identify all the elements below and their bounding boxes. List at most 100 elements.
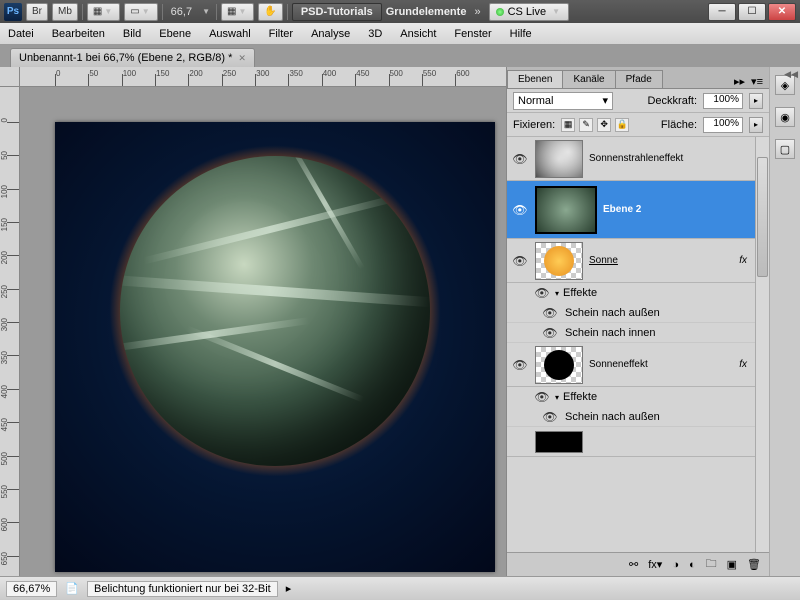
effects-group[interactable]: 👁▾Effekte: [507, 387, 769, 407]
view-extras-button[interactable]: ▦▼: [221, 3, 254, 21]
layer-thumbnail[interactable]: [535, 431, 583, 453]
menu-ansicht[interactable]: Ansicht: [400, 28, 436, 40]
tab-kanaele[interactable]: Kanäle: [562, 70, 615, 88]
layer-row[interactable]: 👁 Sonne fx▾: [507, 239, 769, 283]
scrollbar-thumb[interactable]: [757, 157, 768, 277]
layers-scrollbar[interactable]: [755, 137, 769, 552]
document-tab-label: Unbenannt-1 bei 66,7% (Ebene 2, RGB/8) *: [19, 52, 232, 64]
window-minimize-button[interactable]: ─: [708, 3, 736, 21]
screen-mode-button[interactable]: ▭▼: [124, 3, 157, 21]
layer-name[interactable]: Sonne: [589, 255, 733, 266]
layer-row[interactable]: 👁 Sonnenstrahleneffekt: [507, 137, 769, 181]
fill-input[interactable]: 100%: [703, 117, 743, 133]
collapsed-panel-strip: ◈ ◉ ▢: [770, 67, 800, 576]
visibility-icon[interactable]: 👁: [511, 150, 529, 168]
close-tab-icon[interactable]: ✕: [238, 53, 246, 64]
ruler-vertical[interactable]: 0501001502002503003504004505005506006507…: [0, 87, 20, 576]
opacity-input[interactable]: 100%: [703, 93, 743, 109]
fx-badge[interactable]: fx: [739, 255, 751, 266]
layer-name[interactable]: Sonnenstrahleneffekt: [589, 153, 765, 164]
lock-position-icon[interactable]: ✥: [597, 118, 611, 132]
document-arrange-button[interactable]: ▦▼: [87, 3, 120, 21]
panel-tab-bar: Ebenen Kanäle Pfade ▸▸ ▾≡: [507, 67, 769, 89]
opacity-flyout[interactable]: ▸: [749, 93, 763, 109]
visibility-icon[interactable]: [511, 433, 529, 451]
panel-menu-icon[interactable]: ▾≡: [751, 75, 763, 88]
lock-transparent-icon[interactable]: ▦: [561, 118, 575, 132]
cs-live-button[interactable]: CS Live▼: [489, 3, 569, 21]
layer-thumbnail[interactable]: [535, 186, 597, 234]
minibridge-button[interactable]: Mb: [52, 3, 78, 21]
color-icon[interactable]: ◉: [775, 107, 795, 127]
view-hand-button[interactable]: ✋: [258, 3, 282, 21]
group-icon[interactable]: 🗀: [706, 555, 717, 574]
tab-ebenen[interactable]: Ebenen: [507, 70, 563, 88]
tab-pfade[interactable]: Pfade: [615, 70, 663, 88]
panels-dock: Ebenen Kanäle Pfade ▸▸▾≡ Normal▾ Deckkra…: [506, 67, 800, 576]
status-flyout-icon[interactable]: ▸: [286, 582, 292, 595]
menu-bild[interactable]: Bild: [123, 28, 141, 40]
menu-bearbeiten[interactable]: Bearbeiten: [52, 28, 105, 40]
menu-ebene[interactable]: Ebene: [159, 28, 191, 40]
work-area: ◀◀ 050100150200250300350400450500550600 …: [0, 67, 800, 576]
workspace-grundelemente[interactable]: Grundelemente: [386, 6, 467, 18]
new-layer-icon[interactable]: ▣: [727, 558, 737, 571]
layer-thumbnail[interactable]: [535, 140, 583, 178]
effect-outer-glow[interactable]: 👁Schein nach außen: [507, 407, 769, 427]
document-tab[interactable]: Unbenannt-1 bei 66,7% (Ebene 2, RGB/8) *…: [10, 48, 255, 67]
status-doc-info-icon[interactable]: 📄: [65, 582, 79, 595]
effect-outer-glow[interactable]: 👁Schein nach außen: [507, 303, 769, 323]
document-canvas[interactable]: [55, 122, 495, 572]
layer-row[interactable]: 👁 Sonneneffekt fx▾: [507, 343, 769, 387]
bridge-button[interactable]: Br: [26, 3, 48, 21]
menu-fenster[interactable]: Fenster: [454, 28, 491, 40]
menu-analyse[interactable]: Analyse: [311, 28, 350, 40]
panel-expand-icon[interactable]: ▸▸: [734, 75, 745, 88]
layer-style-icon[interactable]: fx▾: [648, 558, 662, 571]
fill-flyout[interactable]: ▸: [749, 117, 763, 133]
link-layers-icon[interactable]: ⚯: [629, 558, 638, 571]
zoom-value[interactable]: 66,7: [167, 6, 196, 18]
workspace-more[interactable]: »: [470, 6, 484, 18]
layer-thumbnail[interactable]: [535, 242, 583, 280]
layer-name[interactable]: Ebene 2: [603, 204, 765, 215]
menu-bar: Datei Bearbeiten Bild Ebene Auswahl Filt…: [0, 23, 800, 45]
menu-auswahl[interactable]: Auswahl: [209, 28, 251, 40]
layer-row[interactable]: [507, 427, 769, 457]
menu-3d[interactable]: 3D: [368, 28, 382, 40]
lock-all-icon[interactable]: 🔒: [615, 118, 629, 132]
layer-thumbnail[interactable]: [535, 346, 583, 384]
blend-mode-dropdown[interactable]: Normal▾: [513, 92, 613, 110]
menu-filter[interactable]: Filter: [269, 28, 293, 40]
visibility-icon[interactable]: 👁: [511, 356, 529, 374]
status-message[interactable]: Belichtung funktioniert nur bei 32-Bit: [87, 581, 278, 597]
photoshop-icon: Ps: [4, 3, 22, 21]
lock-label: Fixieren:: [513, 119, 555, 131]
layers-footer: ⚯ fx▾ ◑ ◐ 🗀 ▣ 🗑: [507, 552, 769, 576]
menu-hilfe[interactable]: Hilfe: [510, 28, 532, 40]
expand-panels-icon[interactable]: ◀◀: [784, 69, 798, 80]
layer-row-selected[interactable]: 👁 Ebene 2: [507, 181, 769, 239]
effect-inner-glow[interactable]: 👁Schein nach innen: [507, 323, 769, 343]
visibility-icon[interactable]: 👁: [511, 252, 529, 270]
effects-group[interactable]: 👁▾Effekte: [507, 283, 769, 303]
layer-mask-icon[interactable]: ◑: [672, 559, 679, 571]
status-zoom[interactable]: 66,67%: [6, 581, 57, 597]
menu-datei[interactable]: Datei: [8, 28, 34, 40]
document-tab-bar: Unbenannt-1 bei 66,7% (Ebene 2, RGB/8) *…: [0, 45, 800, 67]
visibility-icon[interactable]: 👁: [511, 201, 529, 219]
window-close-button[interactable]: ✕: [768, 3, 796, 21]
ruler-origin[interactable]: [0, 67, 20, 87]
fx-badge[interactable]: fx: [739, 359, 751, 370]
workspace-psdtutorials[interactable]: PSD-Tutorials: [292, 3, 382, 21]
layers-list: 👁 Sonnenstrahleneffekt 👁 Ebene 2 👁 Sonne…: [507, 137, 769, 552]
title-bar: Ps Br Mb ▦▼ ▭▼ 66,7▼ ▦▼ ✋ PSD-Tutorials …: [0, 0, 800, 23]
layer-name[interactable]: Sonneneffekt: [589, 359, 733, 370]
opacity-label: Deckkraft:: [647, 95, 697, 107]
delete-layer-icon[interactable]: 🗑: [747, 558, 761, 571]
window-maximize-button[interactable]: ☐: [738, 3, 766, 21]
adjustment-layer-icon[interactable]: ◐: [689, 559, 696, 571]
styles-icon[interactable]: ▢: [775, 139, 795, 159]
lock-pixels-icon[interactable]: ✎: [579, 118, 593, 132]
fill-label: Fläche:: [661, 119, 697, 131]
